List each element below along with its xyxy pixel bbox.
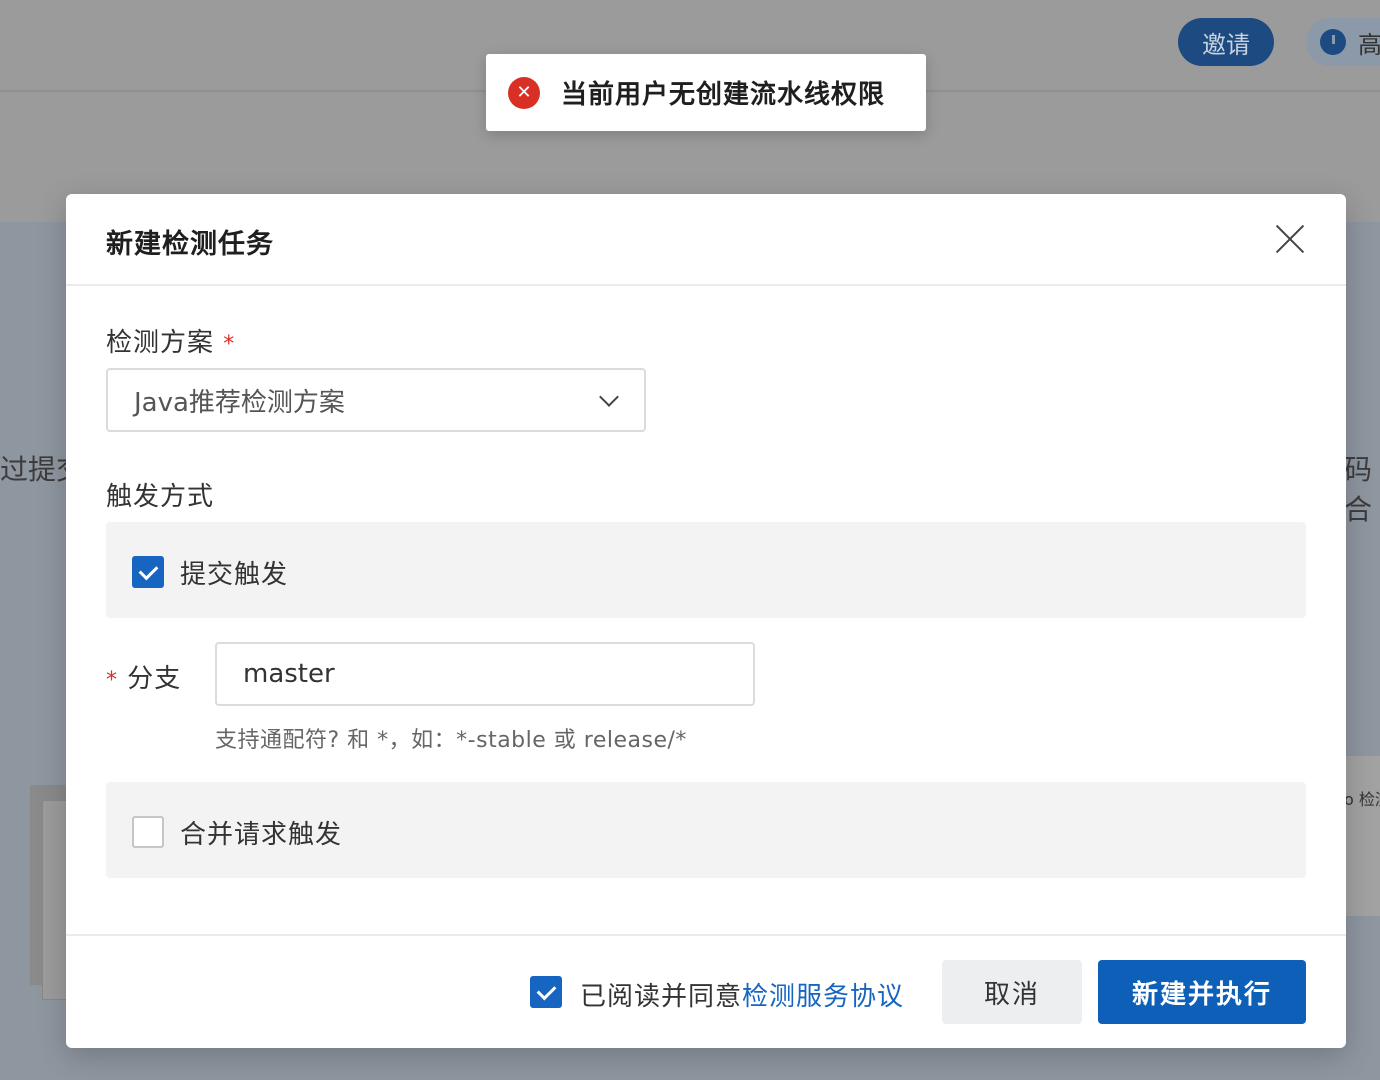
close-icon[interactable] — [1272, 220, 1308, 256]
branch-label-text: 分支 — [127, 664, 182, 694]
background-card-text: o 检测 — [1344, 790, 1380, 809]
scheme-select[interactable]: Java推荐检测方案 — [106, 368, 646, 432]
trigger-label: 触发方式 — [106, 482, 215, 512]
create-task-dialog: 新建检测任务 检测方案 * Java推荐检测方案 触发方式 提交触发 * 分支 … — [66, 194, 1346, 1048]
invite-button[interactable]: 邀请 — [1178, 18, 1274, 66]
background-card — [1346, 756, 1380, 916]
agree-text: 已阅读并同意检测服务协议 — [580, 976, 904, 1013]
branch-input[interactable]: master — [215, 642, 755, 706]
background-pill-label: 高 — [1358, 30, 1380, 59]
branch-input-value: master — [243, 659, 335, 689]
cancel-button[interactable]: 取消 — [942, 960, 1082, 1024]
background-text-right: 码合 — [1344, 453, 1373, 526]
toast-message: 当前用户无创建流水线权限 — [561, 80, 886, 110]
required-mark: * — [106, 668, 118, 693]
branch-hint: 支持通配符? 和 *，如：*-stable 或 release/* — [215, 728, 687, 753]
dialog-header: 新建检测任务 — [66, 194, 1346, 286]
commit-trigger-panel: 提交触发 — [106, 522, 1306, 618]
create-and-run-button[interactable]: 新建并执行 — [1098, 960, 1306, 1024]
service-agreement-link[interactable]: 检测服务协议 — [742, 982, 904, 1012]
error-circle-icon: ✕ — [508, 76, 540, 109]
background-pill[interactable]: 高 — [1306, 18, 1380, 66]
branch-label: * 分支 — [106, 658, 181, 695]
agree-prefix: 已阅读并同意 — [580, 982, 743, 1012]
dialog-footer-divider — [66, 934, 1346, 936]
commit-trigger-label: 提交触发 — [180, 560, 289, 590]
chevron-down-icon — [599, 387, 619, 407]
merge-trigger-checkbox[interactable] — [132, 816, 164, 848]
scheme-label: 检测方案 * — [106, 322, 235, 359]
agree-checkbox[interactable] — [530, 976, 562, 1008]
merge-trigger-label: 合并请求触发 — [180, 820, 343, 850]
dialog-title: 新建检测任务 — [106, 229, 274, 260]
scheme-label-text: 检测方案 — [106, 328, 215, 358]
merge-trigger-panel: 合并请求触发 — [106, 782, 1306, 878]
commit-trigger-checkbox[interactable] — [132, 556, 164, 588]
required-mark: * — [223, 332, 236, 357]
error-toast: ✕ 当前用户无创建流水线权限 — [486, 54, 926, 131]
scheme-select-value: Java推荐检测方案 — [134, 387, 345, 418]
clock-icon — [1320, 29, 1346, 55]
